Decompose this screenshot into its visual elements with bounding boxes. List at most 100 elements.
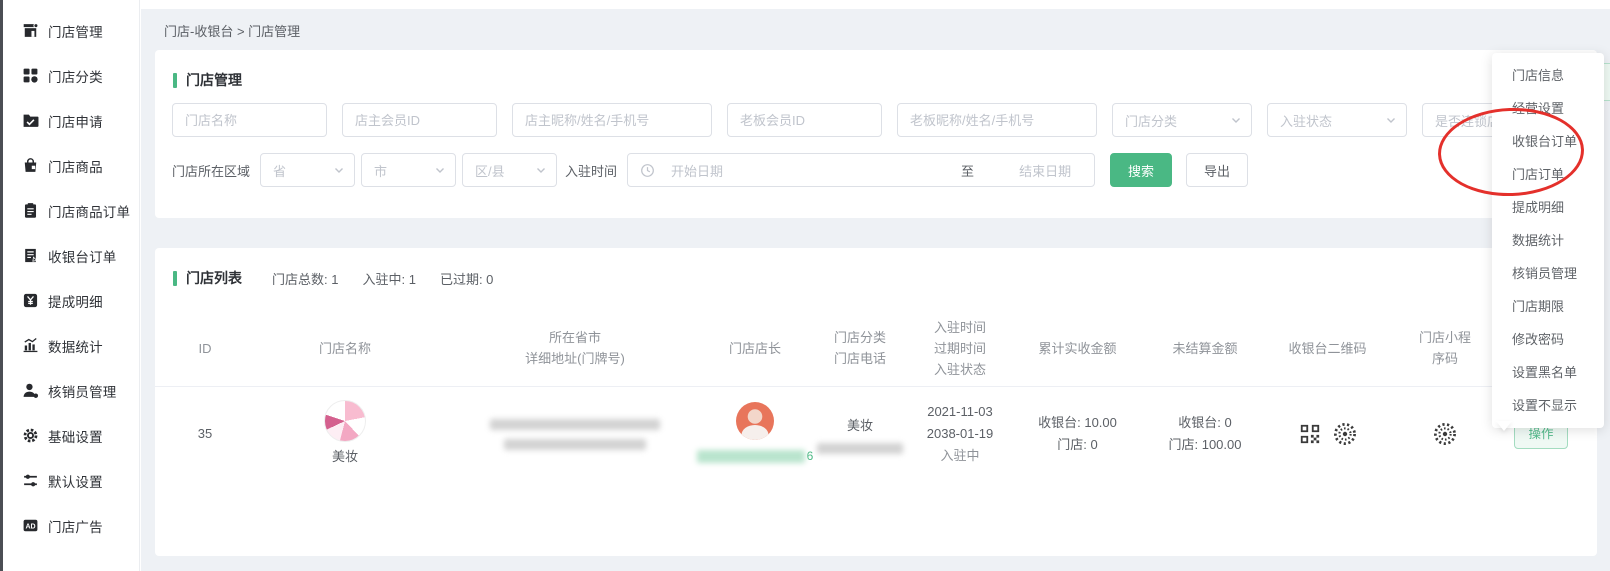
clock-icon [640,163,655,178]
stat-expired: 已过期: 0 [440,269,493,288]
start-date-placeholder[interactable]: 开始日期 [671,161,723,180]
action-menu-item-commission-details[interactable]: 提成明细 [1492,191,1604,224]
column-header-0: ID [175,338,235,359]
column-header-text: 门店小程序码 [1416,327,1474,369]
action-menu-item-cashier-orders[interactable]: 收银台订单 [1492,125,1604,158]
sidebar-item-commission-details[interactable]: 提成明细 [3,278,139,323]
settle-status: 入驻中 [905,445,1015,467]
action-menu-item-set-hidden[interactable]: 设置不显示 [1492,389,1604,422]
title-accent-bar [173,271,177,286]
cell-unsettled-amount: 收银台: 0 门店: 100.00 [1140,412,1270,456]
store-category-select[interactable]: 门店分类 [1112,103,1252,137]
store-stats: 门店总数: 1 入驻中: 1 已过期: 0 [272,269,493,288]
table-header-row: ID门店名称所在省市 详细地址(门牌号)门店店长门店分类 门店电话入驻时间 过期… [155,310,1597,387]
storefront-icon [22,22,39,39]
manager-avatar [735,401,775,441]
action-menu-item-change-password[interactable]: 修改密码 [1492,323,1604,356]
mini-program-code-icon[interactable] [1433,422,1457,446]
goods-bag-icon [22,157,39,174]
store-list-panel: 门店列表 门店总数: 1 入驻中: 1 已过期: 0 ID门店名称所在省市 详细… [155,248,1597,556]
top-strip [141,0,1610,9]
stat-active: 入驻中: 1 [362,269,415,288]
cell-store-name: 美妆 [235,400,455,468]
sidebar-item-label: 提成明细 [48,291,103,311]
action-menu-item-store-orders[interactable]: 门店订单 [1492,158,1604,191]
sidebar-item-store-goods[interactable]: 门店商品 [3,143,139,188]
sidebar-item-label: 基础设置 [48,426,103,446]
commission-yen-icon [22,292,39,309]
chevron-down-icon [1385,114,1397,126]
qr-code-icon[interactable] [1299,423,1321,445]
sidebar-item-store-goods-orders[interactable]: 门店商品订单 [3,188,139,233]
column-header-2: 所在省市 详细地址(门牌号) [455,327,695,369]
province-select-value: 省 [273,161,286,180]
sidebar-item-cashier-orders[interactable]: 收银台订单 [3,233,139,278]
ad-badge-icon: AD [22,517,39,534]
blurred-store-phone [817,443,903,454]
action-menu-item-data-statistics[interactable]: 数据统计 [1492,224,1604,257]
sidebar-item-basic-settings[interactable]: 基础设置 [3,413,139,458]
join-time-label: 入驻时间 [565,161,617,180]
search-button[interactable]: 搜索 [1110,153,1172,187]
dropdown-arrow [1496,421,1512,431]
sidebar-item-store-management[interactable]: 门店管理 [3,8,139,53]
cell-store-manager: 6 [695,401,815,467]
end-date-placeholder[interactable]: 结束日期 [1019,161,1071,180]
column-header-text: 收银台二维码 [1288,341,1366,356]
table-row: 35 美妆 6 美妆 2021-11-03 [155,387,1597,481]
column-header-4: 门店分类 门店电话 [815,327,905,369]
received-cashier: 收银台: 10.00 [1015,412,1140,434]
column-header-5: 入驻时间 过期时间 入驻状态 [905,317,1015,380]
sidebar-item-label: 核销员管理 [48,381,117,401]
chevron-down-icon [535,164,547,176]
column-header-1: 门店名称 [235,338,455,359]
boss-member-id-input[interactable] [727,103,882,137]
svg-text:AD: AD [25,524,35,531]
sidebar-item-default-settings[interactable]: 默认设置 [3,458,139,503]
district-select[interactable]: 区/县 [462,153,557,187]
city-select[interactable]: 市 [361,153,456,187]
action-menu-item-business-settings[interactable]: 经营设置 [1492,92,1604,125]
sidebar-item-verifier-management[interactable]: 核销员管理 [3,368,139,413]
stat-total: 门店总数: 1 [272,269,338,288]
column-header-text: 门店分类 门店电话 [834,330,886,366]
district-select-value: 区/县 [475,161,505,180]
filter-row-1: 门店分类 入驻状态 是否连锁店 [172,103,1562,137]
cell-store-minicode [1385,422,1505,446]
store-name-input[interactable] [172,103,327,137]
sidebar-item-store-ads[interactable]: AD门店广告 [3,503,139,548]
cell-store-address [455,419,695,450]
sidebar-item-store-application[interactable]: 门店申请 [3,98,139,143]
join-date: 2021-11-03 [905,401,1015,423]
date-range-picker[interactable]: 开始日期 至 结束日期 [627,153,1095,187]
column-header-9: 门店小程序码 [1385,327,1505,369]
category-grid-icon [22,67,39,84]
sidebar-item-label: 门店商品订单 [48,201,130,221]
action-menu-item-verifier-management[interactable]: 核销员管理 [1492,257,1604,290]
province-select[interactable]: 省 [260,153,355,187]
sidebar-item-store-category[interactable]: 门店分类 [3,53,139,98]
column-header-6: 累计实收金额 [1015,338,1140,359]
chevron-down-icon [1230,114,1242,126]
boss-nickname-input[interactable] [897,103,1097,137]
cashier-order-icon [22,247,39,264]
breadcrumb: 门店-收银台 > 门店管理 [164,21,300,40]
cell-category-phone: 美妆 [815,415,905,454]
verifier-person-icon [22,382,39,399]
column-header-text: ID [199,341,212,356]
sidebar-item-label: 门店商品 [48,156,103,176]
settle-status-select[interactable]: 入驻状态 [1267,103,1407,137]
sidebar-item-data-statistics[interactable]: 数据统计 [3,323,139,368]
owner-nickname-input[interactable] [512,103,712,137]
sidebar-item-label: 门店分类 [48,66,103,86]
cell-dates-status: 2021-11-03 2038-01-19 入驻中 [905,401,1015,467]
blurred-manager-name [697,450,805,463]
action-menu-item-store-info[interactable]: 门店信息 [1492,59,1604,92]
date-separator: 至 [961,161,974,180]
export-button[interactable]: 导出 [1186,153,1248,187]
sidebar-item-label: 数据统计 [48,336,103,356]
mini-program-code-icon[interactable] [1333,422,1357,446]
action-menu-item-store-term[interactable]: 门店期限 [1492,290,1604,323]
action-menu-item-set-blacklist[interactable]: 设置黑名单 [1492,356,1604,389]
owner-member-id-input[interactable] [342,103,497,137]
